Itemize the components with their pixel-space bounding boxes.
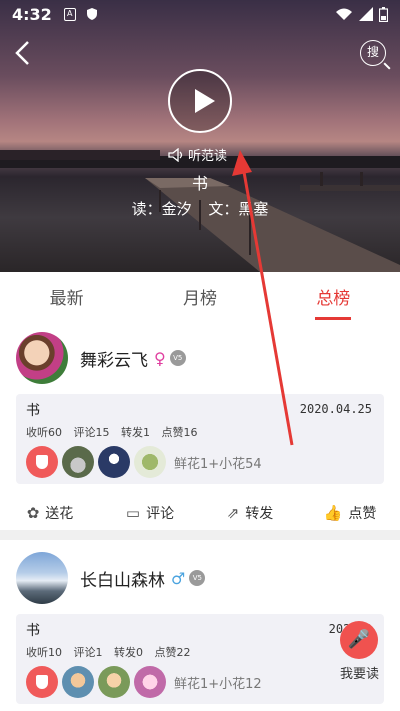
author-credit: 文：黑塞 [208, 200, 269, 218]
post-actions: ✿ 送花 ▭ 评论 ⇗ 转发 👍 点赞 [0, 490, 400, 536]
recording-title: 书 [26, 623, 40, 639]
status-time: 4:32 [12, 4, 52, 24]
search-icon[interactable]: 搜 [360, 40, 386, 66]
flower-icon [26, 666, 58, 698]
listen-count: 收听60 [26, 426, 62, 439]
post-card: 长白山森林 ♂ V5 书 2020.0 收听10 评论1 转发0 点赞22 鲜花… [0, 540, 400, 711]
like-label: 点赞 [348, 506, 377, 522]
share-button[interactable]: ⇗ 转发 [200, 503, 300, 523]
username[interactable]: 长白山森林 [80, 566, 165, 591]
post-author: 舞彩云飞 ♀ V5 [0, 320, 400, 388]
share-label: 转发 [245, 506, 274, 522]
giver-avatar[interactable] [98, 446, 130, 478]
back-icon[interactable] [12, 40, 34, 66]
listen-count: 收听10 [26, 646, 62, 659]
female-icon: ♀ [154, 348, 166, 368]
recording-date: 2020.04.25 [299, 402, 372, 416]
flower-outline-icon: ✿ [26, 504, 40, 522]
post-card: 舞彩云飞 ♀ V5 书 2020.04.25 收听60 评论15 转发1 点赞1… [0, 320, 400, 530]
hero-banner: 搜 听范读 书 读：金汐 文：黑塞 [0, 0, 400, 272]
send-flower-label: 送花 [45, 506, 74, 522]
credits: 读：金汐 文：黑塞 [0, 198, 400, 219]
a-notification-icon: A [63, 7, 76, 21]
avatar[interactable] [16, 332, 68, 384]
thumbs-up-icon: 👍 [323, 504, 343, 522]
flower-givers: 鲜花1+小花12 [26, 666, 374, 698]
share-count: 转发1 [121, 426, 150, 439]
male-icon: ♂ [171, 568, 186, 588]
wifi-icon [336, 8, 352, 20]
reader-credit: 读：金汐 [131, 200, 192, 218]
shield-icon [86, 8, 97, 20]
read-aloud-button[interactable]: 我要读 [340, 663, 379, 682]
tab-latest[interactable]: 最新 [0, 272, 133, 320]
giver-avatar[interactable] [62, 666, 94, 698]
flower-icon [26, 446, 58, 478]
comment-button[interactable]: ▭ 评论 [100, 503, 200, 523]
like-count: 点赞22 [154, 646, 191, 659]
battery-icon [379, 6, 388, 22]
comment-count: 评论15 [73, 426, 110, 439]
microphone-icon[interactable]: 🎤 [340, 621, 378, 659]
screen: 搜 听范读 书 读：金汐 文：黑塞 4:32 A 最新 月榜 总榜 舞彩云飞 ♀… [0, 0, 400, 711]
level-badge-icon: V5 [189, 570, 206, 586]
flower-givers: 鲜花1+小花54 [26, 446, 374, 478]
tab-monthly[interactable]: 月榜 [133, 272, 266, 320]
signal-icon [359, 7, 373, 21]
comment-icon: ▭ [125, 504, 141, 522]
send-flower-button[interactable]: ✿ 送花 [0, 503, 100, 523]
recording-box[interactable]: 书 2020.0 收听10 评论1 转发0 点赞22 鲜花1+小花12 [16, 614, 384, 704]
share-icon: ⇗ [226, 504, 240, 522]
giver-avatar[interactable] [134, 446, 166, 478]
recording-stats: 收听10 评论1 转发0 点赞22 [26, 644, 374, 660]
recording-box[interactable]: 书 2020.04.25 收听60 评论15 转发1 点赞16 鲜花1+小花54 [16, 394, 384, 484]
recording-stats: 收听60 评论15 转发1 点赞16 [26, 424, 374, 440]
share-count: 转发0 [114, 646, 143, 659]
like-button[interactable]: 👍 点赞 [300, 503, 400, 523]
play-button[interactable] [168, 69, 232, 133]
username[interactable]: 舞彩云飞 [80, 346, 148, 371]
flower-summary: 鲜花1+小花12 [174, 676, 262, 692]
avatar[interactable] [16, 552, 68, 604]
post-author: 长白山森林 ♂ V5 [0, 540, 400, 608]
lake-pier-scene [0, 150, 400, 272]
listen-sample-button[interactable]: 听范读 [168, 145, 227, 164]
giver-avatar[interactable] [134, 666, 166, 698]
flower-summary: 鲜花1+小花54 [174, 456, 262, 472]
speaker-icon [168, 147, 183, 162]
ranking-tabs: 最新 月榜 总榜 [0, 272, 400, 320]
book-title: 书 [191, 174, 208, 193]
giver-avatar[interactable] [98, 666, 130, 698]
comment-count: 评论1 [73, 646, 103, 659]
comment-label: 评论 [146, 506, 175, 522]
giver-avatar[interactable] [62, 446, 94, 478]
tab-total[interactable]: 总榜 [267, 272, 400, 320]
status-bar: 4:32 A [0, 0, 400, 28]
listen-label: 听范读 [188, 149, 228, 164]
like-count: 点赞16 [161, 426, 198, 439]
level-badge-icon: V5 [169, 350, 186, 366]
